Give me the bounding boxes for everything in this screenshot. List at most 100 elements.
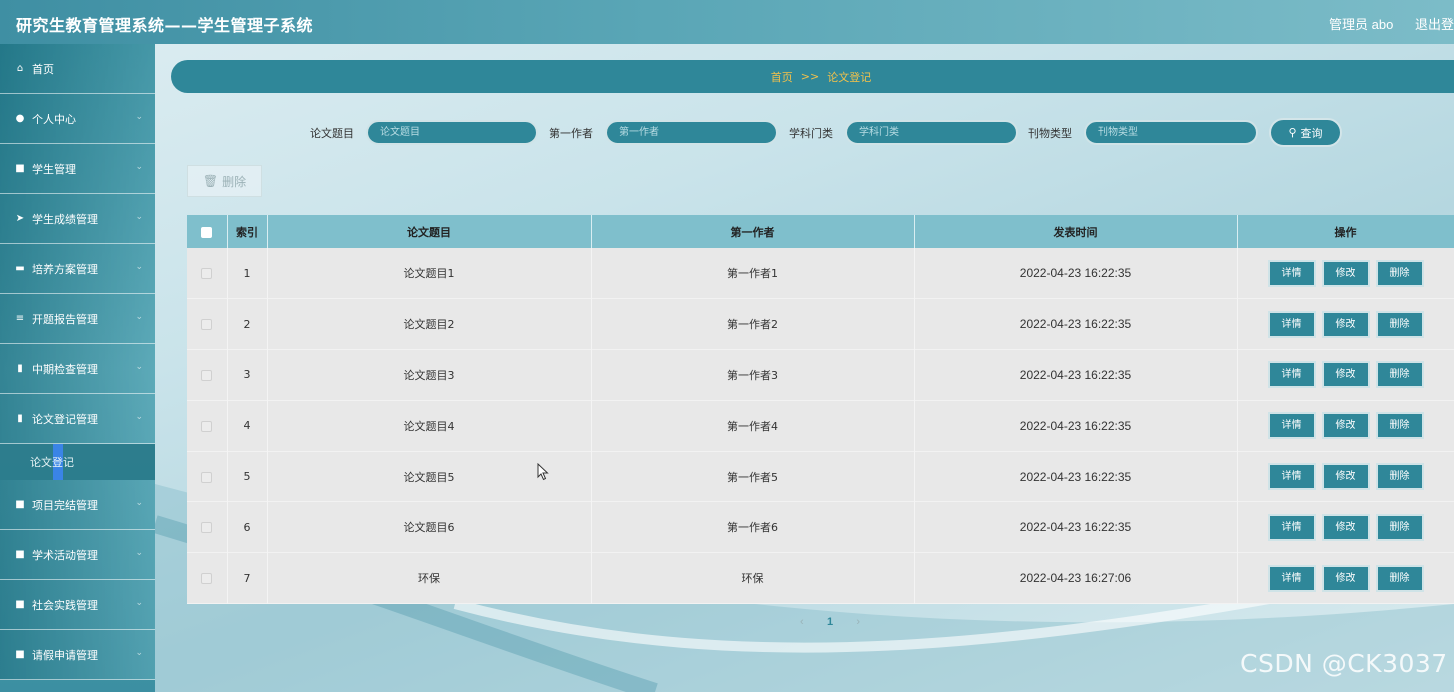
delete-button[interactable]: 删除 (1375, 361, 1424, 389)
sidebar-item-label: 学生管理 (32, 162, 76, 176)
sidebar-item-2[interactable]: ■ 学生管理 ⌄ (0, 144, 155, 194)
row-select-cell[interactable] (187, 349, 228, 401)
cell-index: 2 (227, 298, 268, 350)
row-checkbox[interactable] (201, 369, 213, 381)
batch-delete-button[interactable]: 🗑 删除 (187, 165, 262, 197)
edit-button[interactable]: 修改 (1321, 564, 1370, 592)
detail-button[interactable]: 详情 (1267, 564, 1316, 592)
cell-title: 论文题目3 (267, 349, 592, 401)
sidebar-item-11[interactable]: ■ 请假申请管理 ⌄ (0, 630, 155, 680)
chevron-down-icon: ⌄ (135, 362, 143, 372)
author-search-input[interactable] (605, 120, 778, 145)
sidebar-item-0[interactable]: ⌂ 首页 (0, 44, 155, 94)
delete-button[interactable]: 删除 (1375, 463, 1424, 491)
cell-author: 第一作者3 (591, 349, 915, 401)
cell-time: 2022-04-23 16:22:35 (914, 501, 1238, 553)
search-icon: ⚲ (1288, 126, 1297, 139)
edit-button[interactable]: 修改 (1321, 361, 1370, 389)
row-select-cell[interactable] (187, 501, 228, 553)
sidebar-item-label: 首页 (32, 62, 54, 76)
journal-search-input[interactable] (1084, 120, 1258, 145)
sidebar-item-3[interactable]: ➤ 学生成绩管理 ⌄ (0, 194, 155, 244)
cell-title: 论文题目6 (267, 501, 592, 553)
bar-chart-icon: ▮ (17, 413, 23, 424)
row-select-cell[interactable] (187, 298, 228, 350)
page-number[interactable]: 1 (827, 616, 833, 628)
row-select-cell[interactable] (187, 400, 228, 452)
edit-button[interactable]: 修改 (1321, 463, 1370, 491)
grid-icon: ■ (15, 549, 25, 560)
detail-button[interactable]: 详情 (1267, 259, 1316, 287)
author-label: 第一作者 (549, 127, 593, 140)
table-row: 2 论文题目2 第一作者2 2022-04-23 16:22:35 详情 修改 删除 (187, 298, 1454, 350)
delete-button[interactable]: 删除 (1375, 412, 1424, 440)
sidebar-item-9[interactable]: ■ 学术活动管理 ⌄ (0, 530, 155, 580)
cell-time: 2022-04-23 16:22:35 (914, 451, 1238, 502)
sidebar-item-5[interactable]: ≡ 开题报告管理 ⌄ (0, 294, 155, 344)
cell-actions: 详情 修改 删除 (1237, 501, 1454, 553)
edit-button[interactable]: 修改 (1321, 412, 1370, 440)
subject-search-input[interactable] (845, 120, 1018, 145)
row-checkbox[interactable] (201, 268, 213, 280)
cell-time: 2022-04-23 16:22:35 (914, 400, 1238, 452)
grid-icon: ■ (15, 649, 25, 660)
breadcrumb-separator: >> (800, 70, 820, 83)
prev-page-button[interactable]: ‹ (800, 616, 804, 628)
next-page-button[interactable]: › (856, 616, 860, 628)
delete-button[interactable]: 删除 (1375, 564, 1424, 592)
edit-button[interactable]: 修改 (1321, 310, 1370, 338)
journal-label: 刊物类型 (1028, 127, 1072, 140)
sidebar-item-label: 请假申请管理 (32, 648, 98, 662)
detail-button[interactable]: 详情 (1267, 310, 1316, 338)
row-checkbox[interactable] (201, 573, 213, 585)
row-checkbox[interactable] (201, 420, 213, 432)
detail-button[interactable]: 详情 (1267, 412, 1316, 440)
cell-time: 2022-04-23 16:22:35 (914, 298, 1238, 350)
sidebar-item-6[interactable]: ▮ 中期检查管理 ⌄ (0, 344, 155, 394)
search-button[interactable]: ⚲ 查询 (1269, 118, 1342, 147)
search-form: 论文题目 第一作者 学科门类 刊物类型 ⚲ 查询 (0, 118, 1454, 148)
sidebar-item-10[interactable]: ■ 社会实践管理 ⌄ (0, 580, 155, 630)
edit-button[interactable]: 修改 (1321, 513, 1370, 541)
sidebar-item-7[interactable]: ▮ 论文登记管理 ⌄ (0, 394, 155, 444)
sidebar-item-label: 项目完结管理 (32, 498, 98, 512)
row-select-cell[interactable] (187, 451, 228, 502)
cell-index: 6 (227, 501, 268, 553)
delete-button[interactable]: 删除 (1375, 513, 1424, 541)
user-area: 管理员 abo 退出登 (1311, 14, 1454, 33)
trash-icon: 🗑 (202, 174, 219, 188)
detail-button[interactable]: 详情 (1267, 513, 1316, 541)
clipboard-icon: ▮ (17, 363, 23, 374)
detail-button[interactable]: 详情 (1267, 361, 1316, 389)
sidebar-subitem-paper-registration[interactable]: 论文登记 (0, 444, 155, 480)
sidebar-item-8[interactable]: ■ 项目完结管理 ⌄ (0, 480, 155, 530)
sidebar-item-label: 开题报告管理 (32, 312, 98, 326)
row-checkbox[interactable] (201, 319, 213, 331)
chevron-down-icon: ⌄ (135, 262, 143, 272)
row-checkbox[interactable] (201, 522, 213, 534)
select-all-cell[interactable] (187, 215, 228, 248)
row-select-cell[interactable] (187, 552, 228, 604)
mouse-cursor-icon (537, 463, 549, 481)
search-button-label: 查询 (1300, 126, 1323, 140)
header-actions: 操作 (1237, 215, 1454, 248)
sidebar-item-label: 中期检查管理 (32, 362, 98, 376)
cell-actions: 详情 修改 删除 (1237, 248, 1454, 299)
select-all-checkbox[interactable] (201, 226, 213, 238)
row-select-cell[interactable] (187, 248, 228, 299)
logout-link[interactable]: 退出登 (1415, 17, 1454, 32)
cell-title: 论文题目2 (267, 298, 592, 350)
title-label: 论文题目 (310, 127, 354, 140)
cell-index: 5 (227, 451, 268, 502)
row-checkbox[interactable] (201, 471, 213, 483)
title-search-input[interactable] (366, 120, 538, 145)
sidebar-item-4[interactable]: ▬ 培养方案管理 ⌄ (0, 244, 155, 294)
table-row: 7 环保 环保 2022-04-23 16:27:06 详情 修改 删除 (187, 552, 1454, 604)
detail-button[interactable]: 详情 (1267, 463, 1316, 491)
delete-button[interactable]: 删除 (1375, 310, 1424, 338)
cell-time: 2022-04-23 16:22:35 (914, 248, 1238, 299)
table-row: 6 论文题目6 第一作者6 2022-04-23 16:22:35 详情 修改 删除 (187, 501, 1454, 553)
edit-button[interactable]: 修改 (1321, 259, 1370, 287)
breadcrumb-home[interactable]: 首页 (771, 69, 793, 85)
delete-button[interactable]: 删除 (1375, 259, 1424, 287)
